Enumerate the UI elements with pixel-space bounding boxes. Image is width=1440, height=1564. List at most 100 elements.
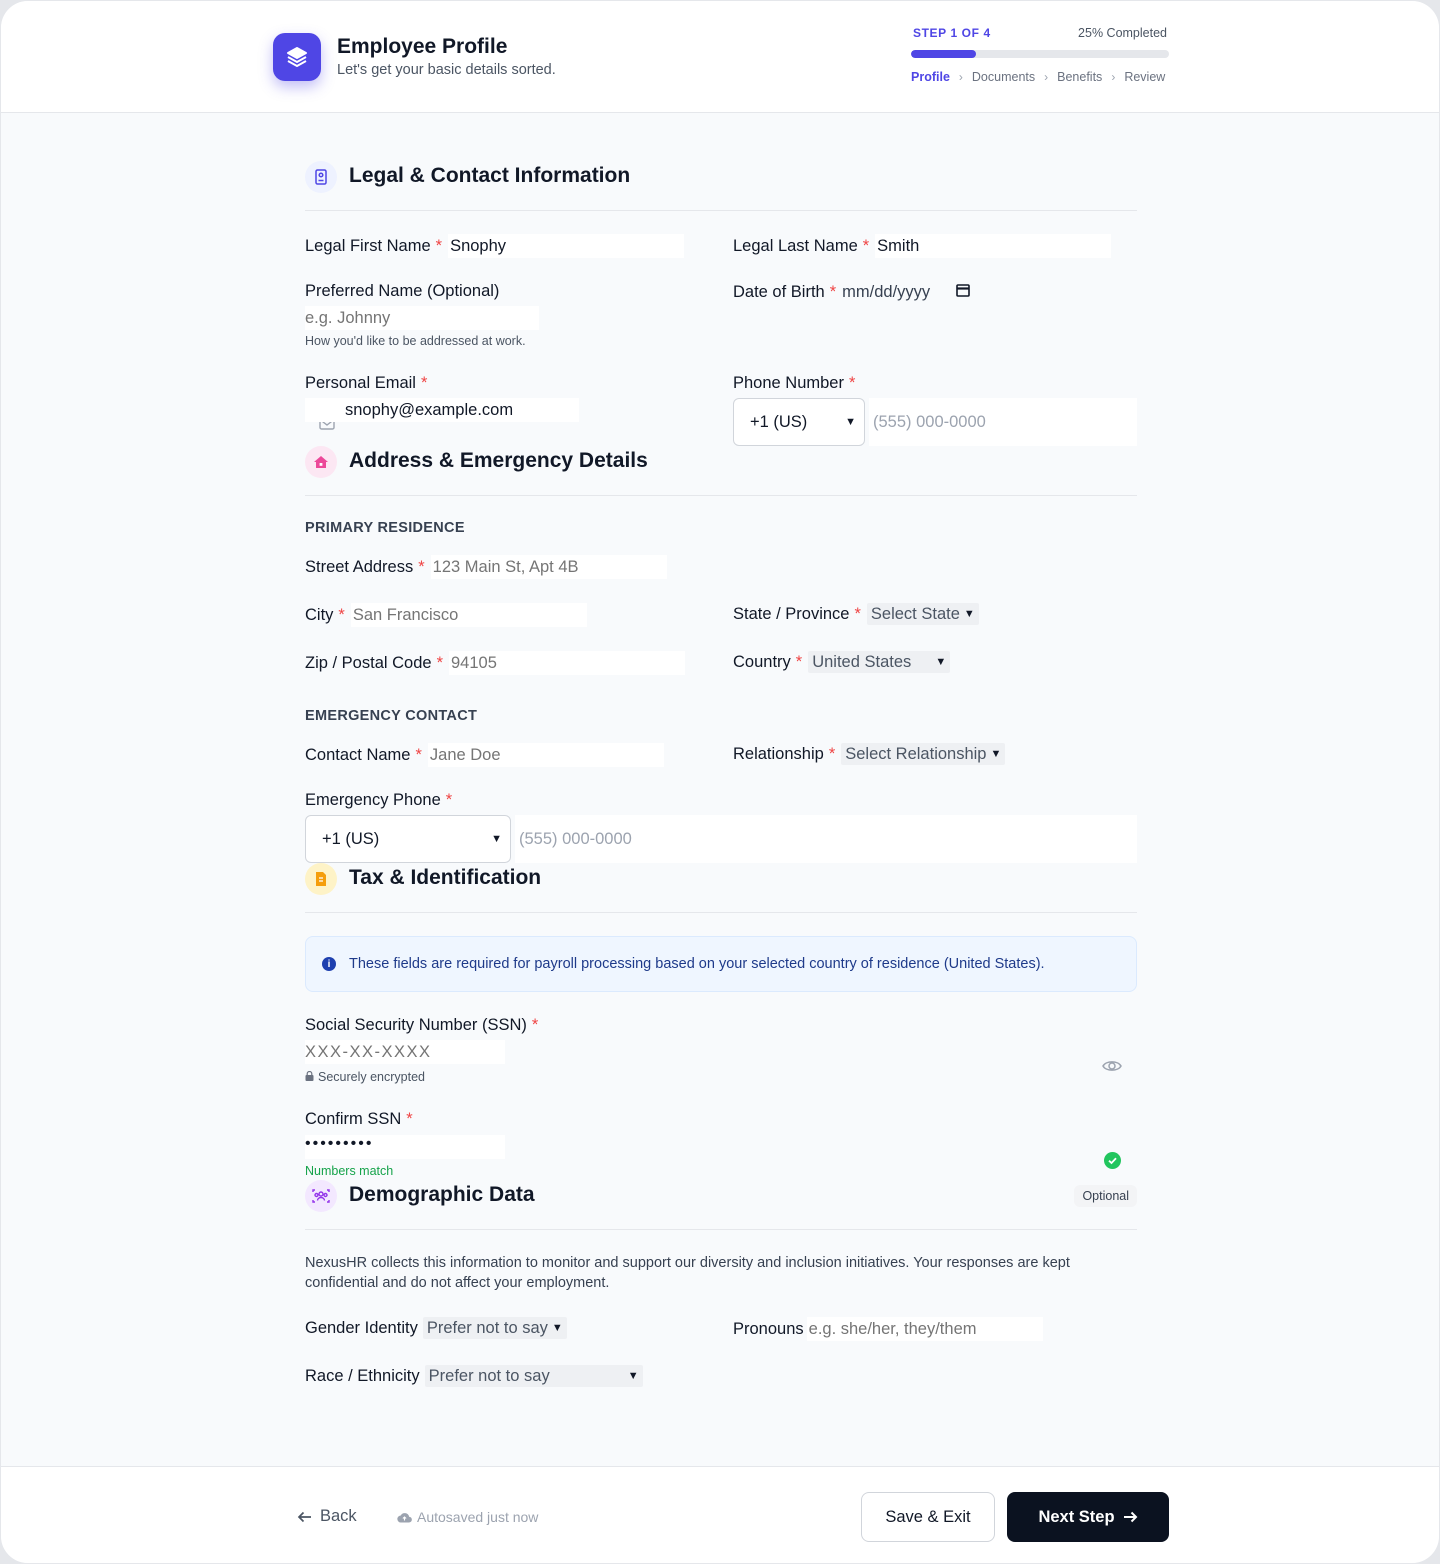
step-review[interactable]: Review bbox=[1124, 70, 1165, 84]
home-icon bbox=[305, 446, 337, 478]
state-value: Select State bbox=[870, 604, 960, 623]
phone-country-select[interactable]: +1 (US) ▼ bbox=[733, 398, 865, 446]
back-label: Back bbox=[320, 1507, 357, 1525]
preferred-name-input[interactable] bbox=[305, 306, 539, 330]
required-marker: * bbox=[415, 745, 422, 764]
relationship-label: Relationship bbox=[733, 744, 824, 763]
optional-badge: Optional bbox=[1074, 1185, 1137, 1207]
residence-heading: PRIMARY RESIDENCE bbox=[305, 520, 465, 536]
next-step-button[interactable]: Next Step bbox=[1007, 1492, 1169, 1542]
email-input[interactable] bbox=[305, 398, 579, 422]
zip-label: Zip / Postal Code bbox=[305, 653, 432, 672]
step-documents[interactable]: Documents bbox=[972, 70, 1035, 84]
ssn-field: Social Security Number (SSN) * bbox=[305, 1016, 544, 1035]
step-benefits[interactable]: Benefits bbox=[1057, 70, 1102, 84]
state-select[interactable]: Select State ▼ bbox=[866, 603, 979, 625]
country-select[interactable]: United States ▼ bbox=[808, 651, 951, 673]
arrow-right-icon bbox=[1123, 1507, 1138, 1528]
cloud-icon bbox=[397, 1512, 412, 1523]
last-name-field: Legal Last Name * bbox=[733, 234, 1112, 258]
emergency-phone-country-value: +1 (US) bbox=[322, 829, 380, 848]
chevron-down-icon: ▼ bbox=[491, 833, 502, 845]
emergency-phone-input[interactable]: (555) 000-0000 bbox=[515, 815, 1137, 863]
race-select[interactable]: Prefer not to say ▼ bbox=[424, 1365, 643, 1387]
address-section-header: Address & Emergency Details bbox=[305, 446, 1137, 496]
step-profile[interactable]: Profile bbox=[911, 70, 950, 84]
autosave-text: Autosaved just now bbox=[417, 1509, 539, 1525]
zip-input[interactable] bbox=[448, 651, 685, 675]
country-label: Country bbox=[733, 652, 791, 671]
state-field: State / Province * Select State ▼ bbox=[733, 603, 979, 625]
required-marker: * bbox=[435, 236, 443, 255]
autosave-status: Autosaved just now bbox=[397, 1509, 538, 1525]
required-marker: * bbox=[795, 652, 803, 671]
chevron-right-icon: › bbox=[1111, 70, 1116, 84]
required-marker: * bbox=[531, 1016, 539, 1034]
chevron-right-icon: › bbox=[1044, 70, 1049, 84]
chevron-down-icon: ▼ bbox=[627, 1370, 639, 1382]
ssn-input[interactable] bbox=[305, 1040, 505, 1064]
step-counter: STEP 1 OF 4 bbox=[913, 26, 991, 40]
save-exit-button[interactable]: Save & Exit bbox=[861, 1492, 995, 1542]
chevron-down-icon: ▼ bbox=[845, 416, 856, 428]
dob-input[interactable]: mm/dd/yyyy bbox=[842, 283, 930, 302]
tax-section-title: Tax & Identification bbox=[349, 866, 542, 889]
state-label: State / Province bbox=[733, 604, 850, 623]
required-marker: * bbox=[406, 1110, 413, 1128]
country-value: United States bbox=[812, 652, 912, 671]
ssn-label: Social Security Number (SSN) bbox=[305, 1016, 527, 1034]
city-input[interactable] bbox=[350, 603, 587, 627]
chevron-down-icon: ▼ bbox=[990, 748, 1002, 760]
required-marker: * bbox=[445, 791, 453, 809]
page-subtitle: Let's get your basic details sorted. bbox=[337, 62, 556, 78]
back-button[interactable]: Back bbox=[297, 1507, 357, 1526]
required-marker: * bbox=[862, 236, 870, 255]
required-marker: * bbox=[338, 605, 345, 624]
confirm-ssn-field: Confirm SSN * bbox=[305, 1110, 419, 1129]
gender-field: Gender Identity Prefer not to say ▼ bbox=[305, 1317, 567, 1339]
relationship-field: Relationship * Select Relationship ▼ bbox=[733, 743, 1006, 765]
gender-select[interactable]: Prefer not to say ▼ bbox=[422, 1317, 567, 1339]
race-field: Race / Ethnicity Prefer not to say ▼ bbox=[305, 1365, 643, 1387]
zip-field: Zip / Postal Code * bbox=[305, 651, 685, 675]
phone-input[interactable]: (555) 000-0000 bbox=[869, 398, 1137, 446]
tax-section-header: Tax & Identification bbox=[305, 863, 1137, 913]
dob-label: Date of Birth bbox=[733, 283, 825, 301]
confirm-ssn-input[interactable]: ••••••••• bbox=[305, 1135, 505, 1159]
id-badge-icon bbox=[305, 161, 337, 193]
payroll-notice-text: These fields are required for payroll pr… bbox=[349, 956, 1045, 972]
arrow-left-icon bbox=[297, 1511, 312, 1523]
chevron-right-icon: › bbox=[958, 70, 963, 84]
relationship-select[interactable]: Select Relationship ▼ bbox=[841, 743, 1006, 765]
city-label: City bbox=[305, 605, 334, 624]
last-name-input[interactable] bbox=[875, 234, 1112, 258]
pronouns-input[interactable] bbox=[806, 1317, 1043, 1341]
page-title: Employee Profile bbox=[337, 35, 508, 58]
street-label: Street Address bbox=[305, 557, 414, 576]
calendar-icon[interactable] bbox=[956, 283, 970, 302]
gender-label: Gender Identity bbox=[305, 1318, 418, 1337]
emergency-phone-label: Emergency Phone bbox=[305, 791, 441, 809]
emergency-phone-country-select[interactable]: +1 (US) ▼ bbox=[305, 815, 511, 863]
chevron-down-icon: ▼ bbox=[963, 608, 975, 620]
eye-icon[interactable] bbox=[1102, 1058, 1122, 1079]
required-marker: * bbox=[829, 283, 837, 301]
ssn-helper: Securely encrypted bbox=[305, 1070, 425, 1084]
progress-bar bbox=[911, 50, 1169, 58]
race-label: Race / Ethnicity bbox=[305, 1366, 420, 1385]
legal-section-title: Legal & Contact Information bbox=[349, 164, 631, 187]
ssn-match-text: Numbers match bbox=[305, 1164, 394, 1178]
city-field: City * bbox=[305, 603, 587, 627]
street-field: Street Address * bbox=[305, 555, 667, 579]
page-footer: Back Autosaved just now Save & Exit Next… bbox=[1, 1466, 1439, 1563]
phone-label: Phone Number bbox=[733, 374, 844, 392]
address-section-title: Address & Emergency Details bbox=[349, 449, 648, 472]
contact-name-input[interactable] bbox=[427, 743, 664, 767]
first-name-input[interactable] bbox=[448, 234, 685, 258]
last-name-label: Legal Last Name bbox=[733, 236, 858, 255]
confirm-ssn-label: Confirm SSN bbox=[305, 1110, 402, 1128]
street-input[interactable] bbox=[430, 555, 667, 579]
payroll-notice: i These fields are required for payroll … bbox=[305, 936, 1137, 992]
phone-field: Phone Number * bbox=[733, 374, 861, 393]
page-header: Employee Profile Let's get your basic de… bbox=[1, 1, 1439, 113]
